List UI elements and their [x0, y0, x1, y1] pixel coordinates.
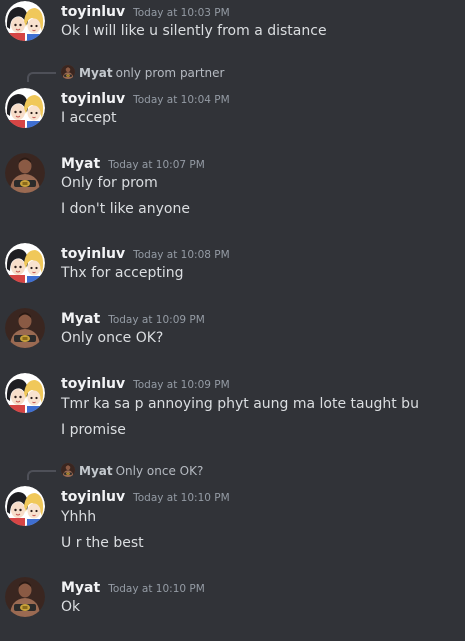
anime-couple-avatar-icon	[5, 1, 45, 41]
timestamp: Today at 10:10 PM	[108, 583, 205, 595]
reply-spine	[27, 72, 56, 82]
wrestler-avatar-icon	[5, 153, 45, 193]
reply-preview[interactable]: Myat Only once OK?	[61, 463, 203, 478]
user-avatar[interactable]	[5, 243, 45, 283]
message-text: I accept	[61, 110, 117, 126]
message-text: U r the best	[61, 535, 144, 551]
anime-couple-avatar-icon	[5, 243, 45, 283]
anime-couple-avatar-icon	[5, 373, 45, 413]
username[interactable]: toyinluv	[61, 376, 125, 392]
message-text: Only once OK?	[61, 330, 164, 346]
reply-text: Only once OK?	[115, 464, 204, 478]
reply-avatar	[61, 463, 75, 477]
reply-avatar	[61, 65, 75, 79]
username[interactable]: Myat	[61, 311, 100, 327]
user-avatar[interactable]	[5, 1, 45, 41]
message-header: Myat Today at 10:07 PM	[61, 153, 205, 172]
timestamp: Today at 10:09 PM	[133, 379, 230, 391]
message-list: toyinluv Today at 10:03 PM Ok I will like…	[0, 0, 465, 641]
user-avatar[interactable]	[5, 153, 45, 193]
message-text: Only for prom	[61, 175, 158, 191]
message-header: toyinluv Today at 10:04 PM	[61, 88, 230, 107]
message-header: Myat Today at 10:09 PM	[61, 308, 205, 327]
username[interactable]: Myat	[61, 580, 100, 596]
timestamp: Today at 10:04 PM	[133, 94, 230, 106]
message-header: toyinluv Today at 10:03 PM	[61, 1, 230, 20]
anime-couple-avatar-icon	[5, 486, 45, 526]
message-text: I promise	[61, 422, 126, 438]
username[interactable]: toyinluv	[61, 489, 125, 505]
user-avatar[interactable]	[5, 88, 45, 128]
username[interactable]: toyinluv	[61, 91, 125, 107]
message-header: toyinluv Today at 10:10 PM	[61, 486, 230, 505]
username[interactable]: toyinluv	[61, 246, 125, 262]
message-text: Tmr ka sa p annoying phyt aung ma lote t…	[61, 396, 419, 412]
user-avatar[interactable]	[5, 486, 45, 526]
reply-author: Myat	[79, 464, 113, 478]
message-text: I don't like anyone	[61, 201, 190, 217]
message-text: Ok	[61, 599, 81, 615]
timestamp: Today at 10:07 PM	[108, 159, 205, 171]
timestamp: Today at 10:09 PM	[108, 314, 205, 326]
reply-spine	[27, 470, 56, 480]
user-avatar[interactable]	[5, 308, 45, 348]
timestamp: Today at 10:03 PM	[133, 7, 230, 19]
message-header: Myat Today at 10:10 PM	[61, 577, 205, 596]
timestamp: Today at 10:08 PM	[133, 249, 230, 261]
reply-text: only prom partner	[115, 66, 225, 80]
username[interactable]: toyinluv	[61, 4, 125, 20]
wrestler-avatar-icon	[5, 577, 45, 617]
reply-author: Myat	[79, 66, 113, 80]
username[interactable]: Myat	[61, 156, 100, 172]
message-header: toyinluv Today at 10:08 PM	[61, 243, 230, 262]
reply-preview[interactable]: Myat only prom partner	[61, 65, 224, 80]
user-avatar[interactable]	[5, 373, 45, 413]
message-text: Yhhh	[61, 509, 97, 525]
message-header: toyinluv Today at 10:09 PM	[61, 373, 230, 392]
timestamp: Today at 10:10 PM	[133, 492, 230, 504]
anime-couple-avatar-icon	[5, 88, 45, 128]
wrestler-avatar-icon	[5, 308, 45, 348]
message-text: Thx for accepting	[61, 265, 184, 281]
message-text: Ok I will like u silently from a distanc…	[61, 23, 327, 39]
user-avatar[interactable]	[5, 577, 45, 617]
